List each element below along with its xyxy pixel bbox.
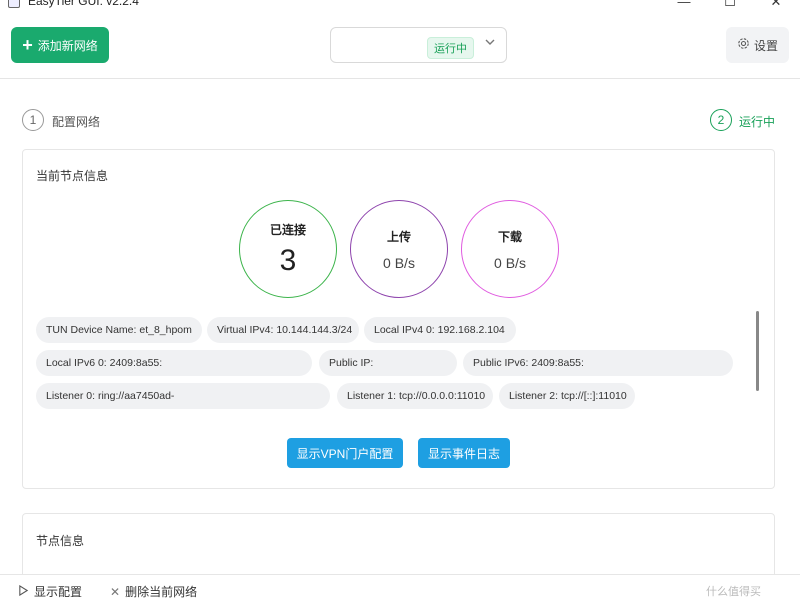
scrollbar[interactable]: [756, 311, 759, 391]
download-stat: 下载 0 B/s: [461, 200, 559, 298]
peer-info-card: 节点信息: [22, 513, 775, 583]
gear-icon: [737, 37, 750, 53]
info-pill: Local IPv4 0: 192.168.2.104: [364, 317, 516, 343]
app-logo-icon: [8, 0, 20, 8]
settings-button[interactable]: 设置: [726, 27, 789, 63]
minimize-button[interactable]: —: [664, 0, 704, 9]
delete-network-button[interactable]: ✕ 删除当前网络: [110, 583, 197, 600]
upload-stat: 上传 0 B/s: [350, 200, 448, 298]
show-vpn-portal-button[interactable]: 显示VPN门户配置: [287, 438, 403, 468]
network-select[interactable]: 运行中: [330, 27, 507, 63]
info-pill: Public IPv6: 2409:8a55:: [463, 350, 733, 376]
play-icon: [18, 584, 29, 599]
connected-value: 3: [279, 243, 297, 277]
download-value: 0 B/s: [494, 254, 526, 271]
main-content: 1 配置网络 2 运行中 当前节点信息 已连接 3 上传 0 B/s 下载 0 …: [0, 78, 800, 583]
step-2-label: 运行中: [739, 115, 776, 129]
toolbar: + 添加新网络 运行中 设置: [0, 14, 800, 78]
info-pill: Local IPv6 0: 2409:8a55:: [36, 350, 312, 376]
download-title: 下载: [497, 229, 522, 244]
delete-network-label: 删除当前网络: [125, 585, 198, 599]
plus-icon: +: [22, 35, 33, 55]
upload-title: 上传: [386, 229, 411, 244]
close-icon: ✕: [110, 584, 121, 599]
chevron-down-icon: [484, 36, 496, 51]
show-event-log-button[interactable]: 显示事件日志: [418, 438, 510, 468]
add-network-button[interactable]: + 添加新网络: [11, 27, 109, 63]
connected-stat: 已连接 3: [239, 200, 337, 298]
watermark: 什么值得买: [706, 586, 761, 598]
footer-bar: 显示配置 ✕ 删除当前网络 什么值得买: [0, 574, 800, 600]
info-pill: Listener 1: tcp://0.0.0.0:11010: [337, 383, 493, 409]
step-2-indicator: 2: [710, 109, 732, 131]
window-title: EasyTier GUI: v2.2.4: [28, 0, 139, 8]
connected-title: 已连接: [269, 222, 306, 237]
info-pill: Public IP:: [319, 350, 457, 376]
step-1-label: 配置网络: [52, 115, 101, 129]
peer-info-title: 节点信息: [36, 534, 85, 548]
info-pill: Listener 0: ring://aa7450ad-: [36, 383, 330, 409]
steps-bar: 1 配置网络 2 运行中: [0, 79, 800, 149]
step-1-indicator: 1: [22, 109, 44, 131]
add-network-label: 添加新网络: [37, 38, 98, 53]
maximize-button[interactable]: ☐: [710, 0, 750, 10]
info-pill: Listener 2: tcp://[::]:11010: [499, 383, 635, 409]
network-status-tag: 运行中: [427, 37, 474, 59]
show-config-label: 显示配置: [34, 585, 83, 599]
upload-value: 0 B/s: [383, 254, 415, 271]
title-bar: EasyTier GUI: v2.2.4 — ☐ ✕: [0, 0, 800, 14]
settings-label: 设置: [753, 38, 778, 53]
info-pill: TUN Device Name: et_8_hpom: [36, 317, 202, 343]
current-node-title: 当前节点信息: [36, 169, 109, 183]
close-button[interactable]: ✕: [756, 0, 796, 10]
info-pill: Virtual IPv4: 10.144.144.3/24: [207, 317, 359, 343]
show-config-button[interactable]: 显示配置: [18, 583, 82, 600]
current-node-card: 当前节点信息 已连接 3 上传 0 B/s 下载 0 B/s TUN Devic…: [22, 149, 775, 489]
